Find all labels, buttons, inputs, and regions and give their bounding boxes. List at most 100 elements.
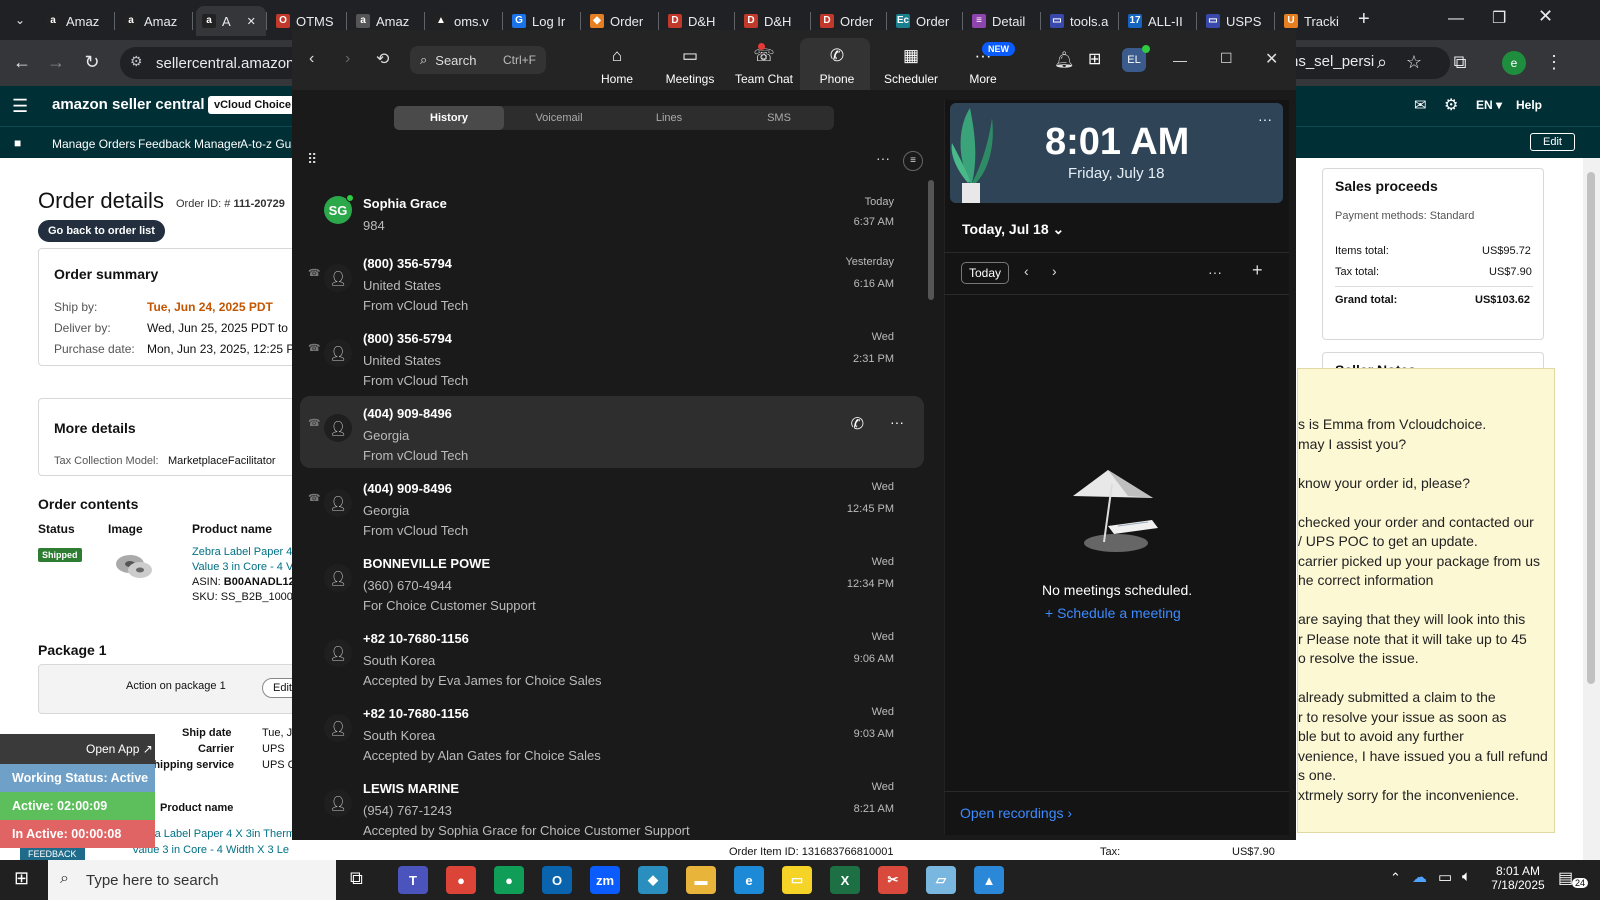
call-list-scrollbar[interactable]	[928, 180, 934, 300]
back-arrow-icon[interactable]: ←	[8, 48, 36, 76]
notification-bell-icon[interactable]: 🔔︎	[1054, 50, 1074, 70]
back-to-order-list-button[interactable]: Go back to order list	[38, 220, 165, 242]
mail-icon[interactable]: ✉	[1414, 96, 1427, 114]
nav-feedback-manager[interactable]: Feedback Manager	[138, 137, 241, 151]
file-explorer-icon[interactable]: ▬	[686, 866, 716, 894]
today-button[interactable]: Today	[961, 262, 1010, 284]
browser-close-icon[interactable]: ✕	[1538, 6, 1553, 27]
snipping-tool-icon[interactable]: ✂	[878, 866, 908, 894]
zoom-nav-phone[interactable]: ✆ Phone	[802, 46, 872, 86]
hamburger-menu-icon[interactable]: ☰	[12, 96, 28, 117]
excel-icon[interactable]: X	[830, 866, 860, 894]
notification-center-icon[interactable]: ▤	[1558, 868, 1573, 888]
photos-icon[interactable]: ▲	[974, 866, 1004, 894]
tab-close-icon[interactable]: ✕	[247, 15, 256, 28]
outlook-icon[interactable]: O	[542, 866, 572, 894]
tab-list-chevron-icon[interactable]: ⌄	[6, 6, 34, 34]
product-thumbnail[interactable]	[112, 546, 156, 582]
tab-voicemail[interactable]: Voicemail	[504, 106, 614, 130]
day-selector[interactable]: Today, Jul 18 ⌄	[962, 221, 1064, 238]
taskbar-clock[interactable]: 8:01 AM 7/18/2025	[1490, 864, 1546, 892]
forward-arrow-icon[interactable]: →	[42, 48, 70, 76]
zoom-back-icon[interactable]: ‹	[309, 50, 314, 68]
site-info-icon[interactable]: ⚙	[130, 53, 143, 70]
reload-icon[interactable]: ↻	[78, 48, 106, 76]
volume-icon[interactable]: 🔈︎	[1462, 868, 1471, 885]
open-recordings-link[interactable]: Open recordings ›	[960, 805, 1072, 821]
zoom-nav-team-chat[interactable]: ☏ Team Chat	[729, 46, 799, 86]
sticky-notes-window[interactable]: s is Emma from Vcloudchoice. may I assist…	[1297, 368, 1555, 833]
call-history-row[interactable]: ☎ 👤︎ (404) 909-8496 Georgia From vCloud Tech…	[300, 471, 924, 543]
task-view-icon[interactable]: ⧉	[350, 868, 363, 889]
call-back-phone-icon[interactable]: ✆	[851, 414, 864, 434]
onedrive-icon[interactable]: ☁	[1412, 868, 1427, 886]
feedback-tab[interactable]: FEEDBACK	[20, 848, 85, 860]
new-tab-plus-icon[interactable]: +	[1358, 8, 1370, 31]
zoom-search-input[interactable]: ⌕ Search Ctrl+F	[410, 46, 546, 74]
package-product-link[interactable]: Zebra Label Paper 4 X 3in Therm	[132, 828, 295, 840]
tab-history[interactable]: History	[394, 106, 504, 130]
zoom-nav-home[interactable]: ⌂ Home	[582, 46, 652, 86]
taskbar-search-box[interactable]: ⌕ Type here to search	[48, 860, 336, 900]
browser-tab[interactable]: a Amaz	[118, 6, 190, 36]
zoom-nav-meetings[interactable]: ▭ Meetings	[655, 46, 725, 86]
add-event-icon[interactable]: +	[1252, 260, 1263, 281]
network-icon[interactable]: ▭	[1438, 868, 1452, 886]
clock-more-icon[interactable]: ···	[1258, 111, 1272, 127]
dialpad-icon[interactable]: ⠿	[307, 151, 317, 168]
tray-chevron-icon[interactable]: ⌃	[1390, 870, 1401, 886]
page-scrollbar-thumb[interactable]	[1587, 172, 1595, 684]
schedule-meeting-link[interactable]: + Schedule a meeting	[1045, 605, 1181, 621]
windows-start-icon[interactable]: ⊞	[14, 868, 29, 889]
bookmark-star-icon[interactable]: ☆	[1400, 48, 1428, 76]
zoom-history-icon[interactable]: ⟲	[376, 49, 389, 69]
seller-central-logo[interactable]: amazon seller central	[52, 96, 205, 113]
chrome-icon[interactable]: ●	[446, 866, 476, 894]
product-link[interactable]: Zebra Label Paper 4	[192, 546, 292, 558]
zoom-magnifier-icon[interactable]: ⌕	[1368, 48, 1396, 76]
zoom-app-icon[interactable]: zm	[590, 866, 620, 894]
zoom-nav-scheduler[interactable]: ▦ Scheduler	[876, 46, 946, 86]
package-product-link-line2[interactable]: Value 3 in Core - 4 Width X 3 Le	[132, 844, 289, 856]
sticky-notes-icon[interactable]: ▭	[782, 866, 812, 894]
diamond-app-icon[interactable]: ◆	[638, 866, 668, 894]
profile-avatar[interactable]: e	[1502, 51, 1526, 75]
next-day-icon[interactable]: ›	[1052, 263, 1057, 279]
edge-icon[interactable]: e	[734, 866, 764, 894]
call-history-row[interactable]: ☎ 👤︎ (800) 356-5794 United States From vClou…	[300, 246, 924, 318]
zoom-minimize-icon[interactable]: —	[1173, 52, 1187, 68]
call-history-row[interactable]: ☎ 👤︎ (404) 909-8496 Georgia From vCloud Tech…	[300, 396, 924, 468]
call-history-row[interactable]: 👤︎ LEWIS MARINE (954) 767-1243 Accepted by …	[300, 771, 924, 843]
bookmark-icon[interactable]: ■	[14, 136, 21, 150]
history-more-icon[interactable]: ···	[876, 150, 890, 166]
minimize-icon[interactable]: —	[1448, 10, 1464, 28]
settings-gear-icon[interactable]: ⚙	[1444, 95, 1458, 115]
call-history-row[interactable]: 👤︎ +82 10-7680-1156 South Korea Accepted by…	[300, 621, 924, 693]
nav-edit-button[interactable]: Edit	[1530, 133, 1575, 151]
call-history-row[interactable]: ☎ 👤︎ (800) 356-5794 United States From vClou…	[300, 321, 924, 393]
row-more-icon[interactable]: ···	[890, 414, 904, 430]
zoom-forward-icon[interactable]: ›	[345, 50, 350, 68]
restore-icon[interactable]: ❐	[1492, 8, 1506, 28]
product-link-line2[interactable]: Value 3 in Core - 4 V	[192, 561, 293, 573]
gift-icon[interactable]: ⊞	[1088, 49, 1101, 69]
zoom-maximize-icon[interactable]: ☐	[1220, 50, 1233, 67]
help-link[interactable]: Help	[1516, 98, 1542, 112]
browser-tab[interactable]: a Amaz	[40, 6, 112, 36]
zoom-close-icon[interactable]: ✕	[1265, 49, 1278, 69]
nav-a-to-z[interactable]: A-to-z Gua	[240, 137, 298, 151]
tab-sms[interactable]: SMS	[724, 106, 834, 130]
nav-manage-orders[interactable]: Manage Orders	[52, 137, 135, 151]
browser-tab[interactable]: a A ✕	[196, 6, 266, 36]
call-history-row[interactable]: 👤︎ BONNEVILLE POWE (360) 670-4944 For Choic…	[300, 546, 924, 618]
open-app-button[interactable]: Open App ↗	[86, 742, 153, 756]
extensions-puzzle-icon[interactable]: ⧉	[1446, 48, 1474, 76]
calendar-more-icon[interactable]: ···	[1208, 264, 1222, 280]
store-selector[interactable]: vCloud Choice	[208, 96, 298, 114]
chrome-profile-icon[interactable]: ●	[494, 866, 524, 894]
prev-day-icon[interactable]: ‹	[1024, 263, 1029, 279]
tab-lines[interactable]: Lines	[614, 106, 724, 130]
notepad-icon[interactable]: ▱	[926, 866, 956, 894]
language-selector[interactable]: EN ▾	[1476, 98, 1502, 112]
filter-icon[interactable]: ≡	[903, 151, 923, 171]
